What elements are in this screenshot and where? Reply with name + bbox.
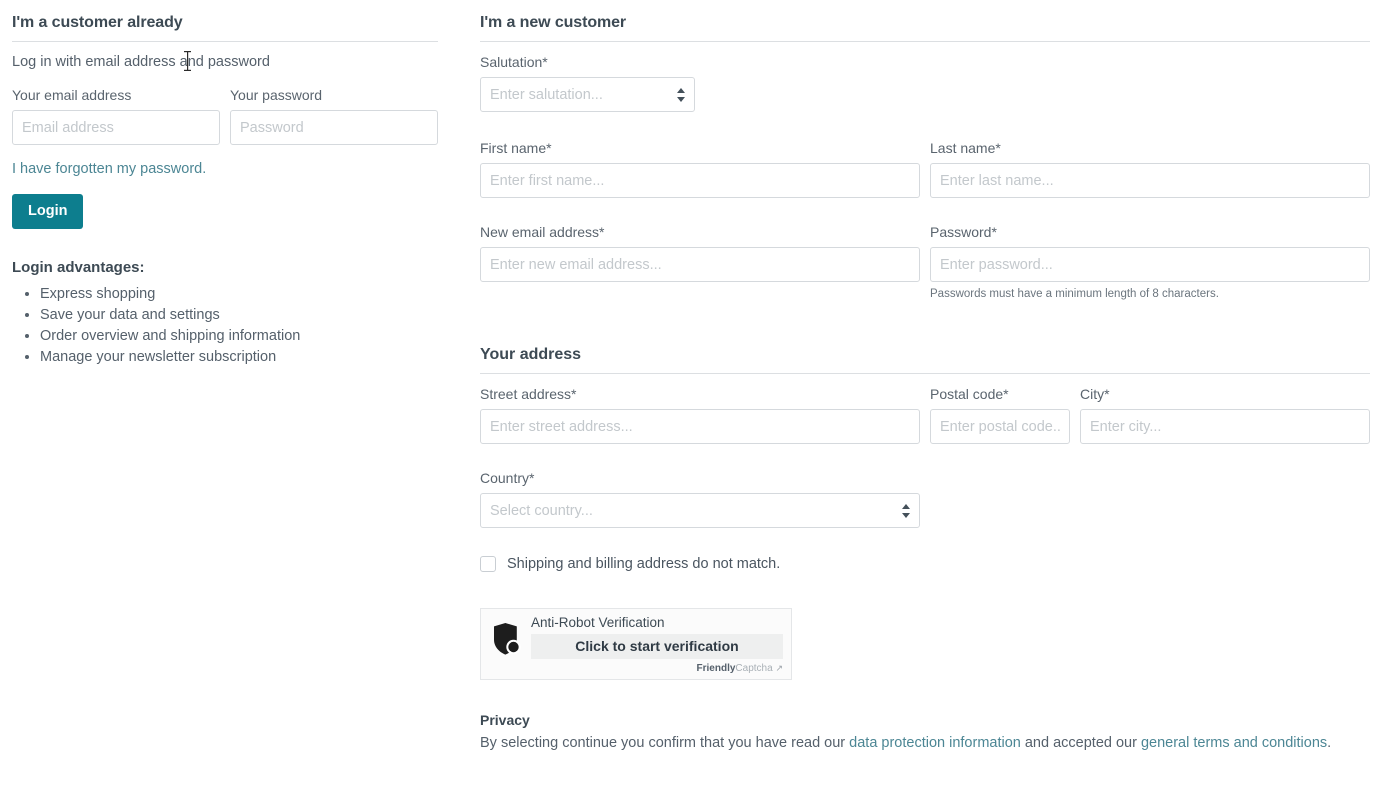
address-section-title: Your address [480,346,582,363]
street-input[interactable] [480,409,920,444]
address-row: Street address* Postal code* City* [480,386,1370,444]
last-name-field-group: Last name* [930,140,1370,198]
login-advantages-list: Express shopping Save your data and sett… [12,284,438,368]
street-label: Street address* [480,386,577,402]
different-shipping-checkbox[interactable] [480,556,496,572]
login-intro-text: Log in with email address and password [12,54,270,70]
country-select-value: Select country... [480,493,920,528]
last-name-input[interactable] [930,163,1370,198]
login-email-field-group: Your email address [12,87,220,145]
postal-code-input[interactable] [930,409,1070,444]
external-link-icon[interactable]: ↗ [775,663,783,673]
salutation-field-group: Salutation* Enter salutation... [480,54,695,112]
login-password-field-group: Your password [230,87,438,145]
login-panel: I'm a customer already Log in with email… [12,0,438,368]
login-password-input[interactable] [230,110,438,145]
postal-code-label: Postal code* [930,386,1009,402]
login-fields-row: Your email address Your password [12,87,438,145]
new-email-label: New email address* [480,224,605,240]
captcha-body: Anti-Robot Verification Click to start v… [531,615,783,675]
list-item: Order overview and shipping information [40,326,438,347]
address-section-divider [480,373,1370,374]
login-button[interactable]: Login [12,194,84,229]
country-select[interactable]: Select country... [480,493,920,528]
privacy-text-middle: and accepted our [1020,735,1141,751]
registration-panel-title: I'm a new customer [480,14,627,31]
terms-and-conditions-link[interactable]: general terms and conditions [1141,735,1327,751]
login-advantages-title: Login advantages: [12,259,145,276]
captcha-widget[interactable]: Anti-Robot Verification Click to start v… [480,608,792,680]
login-email-label: Your email address [12,87,132,103]
city-label: City* [1080,386,1110,402]
login-email-input[interactable] [12,110,220,145]
registration-page: I'm a customer already Log in with email… [0,0,1386,794]
new-email-field-group: New email address* [480,224,920,301]
captcha-brand-light: Captcha [735,663,773,674]
new-password-label: Password* [930,224,997,240]
postal-code-field-group: Postal code* [930,386,1070,444]
first-name-input[interactable] [480,163,920,198]
privacy-title: Privacy [480,712,530,728]
different-shipping-label[interactable]: Shipping and billing address do not matc… [507,556,780,572]
new-password-input[interactable] [930,247,1370,282]
data-protection-link[interactable]: data protection information [849,735,1021,751]
registration-panel: I'm a new customer Salutation* Enter sal… [480,0,1370,753]
street-field-group: Street address* [480,386,920,444]
forgot-password-link[interactable]: I have forgotten my password. [12,161,206,177]
list-item: Manage your newsletter subscription [40,347,438,368]
login-password-label: Your password [230,87,323,103]
salutation-select-value: Enter salutation... [480,77,695,112]
captcha-brand-strong: Friendly [696,663,736,674]
list-item: Express shopping [40,284,438,305]
privacy-text: By selecting continue you confirm that y… [480,728,1370,753]
country-label: Country* [480,470,535,486]
first-name-label: First name* [480,140,552,156]
last-name-label: Last name* [930,140,1001,156]
credentials-row: New email address* Password* Passwords m… [480,224,1370,301]
different-shipping-row: Shipping and billing address do not matc… [480,556,1370,572]
privacy-text-after: . [1327,735,1332,751]
salutation-label: Salutation* [480,54,548,70]
password-help-text: Passwords must have a minimum length of … [930,288,1219,300]
captcha-start-button[interactable]: Click to start verification [531,634,783,659]
new-password-field-group: Password* Passwords must have a minimum … [930,224,1370,301]
city-input[interactable] [1080,409,1370,444]
country-field-group: Country* Select country... [480,470,920,528]
name-row: First name* Last name* [480,140,1370,198]
privacy-text-before: By selecting continue you confirm that y… [480,735,850,751]
captcha-branding: FriendlyCaptcha ↗ [531,662,783,675]
login-panel-title: I'm a customer already [12,14,183,31]
new-email-input[interactable] [480,247,920,282]
list-item: Save your data and settings [40,305,438,326]
registration-panel-divider [480,41,1370,42]
shield-icon [489,615,523,659]
captcha-title: Anti-Robot Verification [531,615,665,630]
first-name-field-group: First name* [480,140,920,198]
city-field-group: City* [1080,386,1370,444]
salutation-select[interactable]: Enter salutation... [480,77,695,112]
